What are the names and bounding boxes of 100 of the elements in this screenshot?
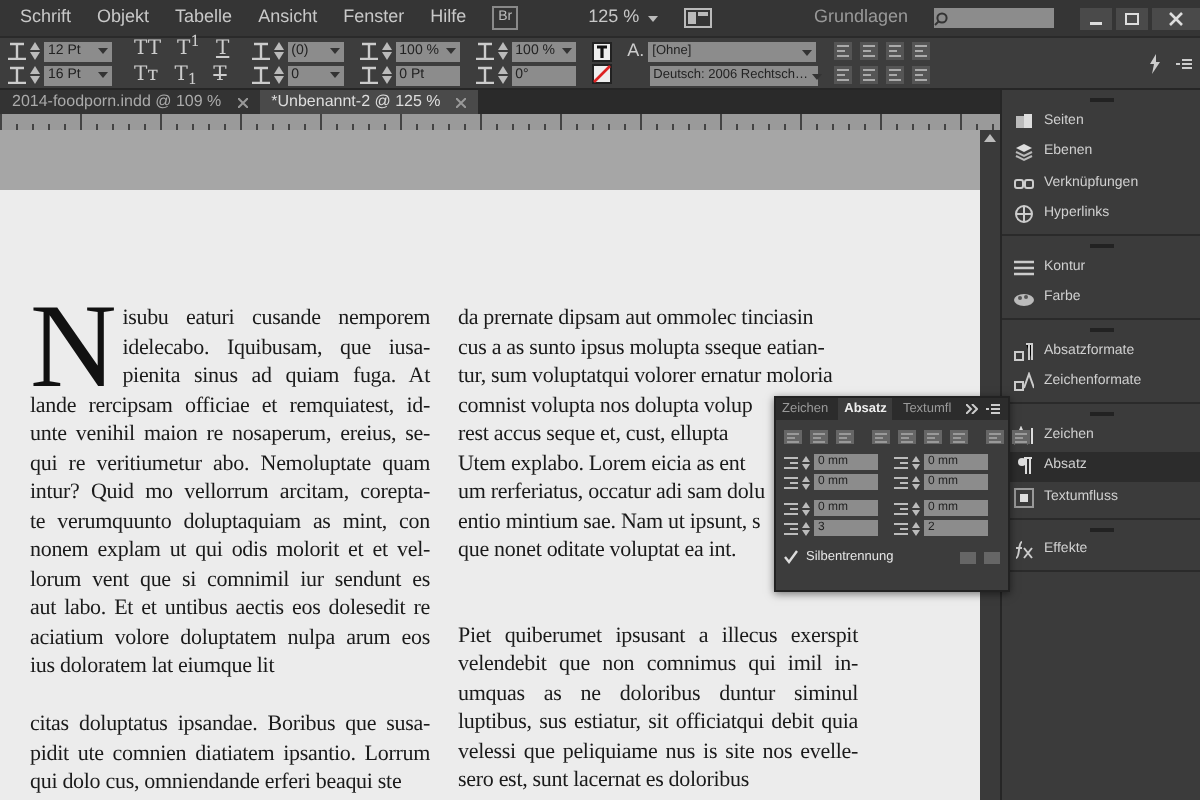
panel-menu-icon[interactable] <box>986 404 1000 414</box>
caret-icon <box>811 73 822 79</box>
checkmark-icon <box>784 550 798 565</box>
stepper-icon[interactable] <box>30 42 40 60</box>
menu-item[interactable]: Fenster <box>343 4 405 32</box>
align-icon[interactable] <box>911 42 930 60</box>
lines-icon <box>1014 257 1034 278</box>
caret-icon <box>561 48 572 54</box>
text-line: cus a as sunto ipsus molupta sseque eatian- <box>458 333 825 362</box>
text-line: que nonet oditate voluptat ea int. <box>458 536 737 565</box>
indent-icon <box>784 475 798 489</box>
style-label: A. <box>627 38 645 65</box>
text-line: isubu eaturi cusande nemporem <box>120 304 430 333</box>
indent-icon <box>894 521 908 535</box>
text-line: sero est, sunt lacernat es doloribus <box>458 766 752 795</box>
indent-icon <box>784 455 798 469</box>
text-line: Utem explabo. Lorem eicia as ent <box>458 449 746 478</box>
text-line: qui re veritiumetur abo. Nemoluptate quam <box>30 449 430 478</box>
lightning-icon[interactable] <box>1148 53 1160 73</box>
text-line: pienita sinus ad quiam fuga. At <box>120 362 430 391</box>
workspace-switcher[interactable]: Grundlagen <box>813 4 908 32</box>
stepper-icon[interactable] <box>802 501 810 515</box>
close-icon[interactable] <box>237 97 248 107</box>
text-line: Piet quiberumet ipsusant a illecus exerspit <box>458 621 858 650</box>
text-line: pidit ute comnien diatiatem ipsantio. Lorrum <box>30 739 430 768</box>
text-line: entio mintium sae. Nam ut ipsunt, s <box>458 507 761 536</box>
stepper-icon[interactable] <box>802 521 810 535</box>
align-icon[interactable] <box>911 66 930 84</box>
text-style-button[interactable]: T$_{1}$ <box>168 64 204 88</box>
text-line: lande rercipsam officiae et remquiatest, id- <box>30 391 430 420</box>
text-line: citas doluptatus ipsandae. Boribus que susa- <box>30 710 430 739</box>
double-chevron-icon[interactable] <box>966 404 978 414</box>
text-line: ius doloratem lat eiumque lit <box>30 652 277 681</box>
text-line: da prernate dipsam aut ommolec tinciasin <box>458 304 814 333</box>
indent-icon <box>894 475 908 489</box>
stepper-icon[interactable] <box>802 455 810 469</box>
palette-icon <box>1014 288 1034 309</box>
text-line: intur? Quid mo vellorrum arcitam, corepta- <box>30 478 430 507</box>
text-line: tur, sum voluptatqui volorer ernatur moloria <box>458 362 833 391</box>
stepper-icon[interactable] <box>30 66 40 84</box>
no-stroke-swatch-icon[interactable] <box>591 64 612 84</box>
stepper-icon[interactable] <box>912 521 920 535</box>
pages-icon <box>1014 111 1034 132</box>
align-icon[interactable] <box>859 66 878 84</box>
text-line: um rerferiatus, occatur adi sam dolu <box>458 478 765 507</box>
text-style-button[interactable]: T$^{1}$ <box>171 38 206 62</box>
text-line: umquas as ne doloribus duntur siminul <box>458 679 858 708</box>
caret-icon <box>98 72 108 78</box>
indent-icon <box>784 521 798 535</box>
align-icon[interactable] <box>859 42 878 60</box>
text-line: aut labo. Et et untibus aectis eos dolesedit re <box>30 594 430 623</box>
text-style-button[interactable]: TT <box>128 38 168 62</box>
stepper-icon[interactable] <box>912 501 920 515</box>
chain-link-icon <box>1014 173 1034 194</box>
text-line: rest accus seque et, cust, ellupta <box>458 420 729 449</box>
text-line: luptibus, sus estiatur, sit officiatqui debit quia <box>458 708 858 737</box>
stepper-icon[interactable] <box>912 475 920 489</box>
maximize-icon[interactable] <box>1116 7 1148 29</box>
text-line: qui dolo cus, omniendande erferi beaqui ste <box>30 768 404 797</box>
text-line: unte venihil maion re nosaperum, ereius, se- <box>30 420 430 449</box>
text-style-button[interactable]: T <box>209 38 236 62</box>
menu-item[interactable]: Tabelle <box>175 4 233 32</box>
fx-icon <box>1014 540 1034 561</box>
menu-item[interactable]: Schrift <box>20 4 72 32</box>
indent-icon <box>894 501 908 515</box>
text-wrap-icon <box>1014 487 1034 508</box>
stepper-icon[interactable] <box>802 475 810 489</box>
align-icon[interactable] <box>885 42 904 60</box>
align-icon[interactable] <box>833 66 852 84</box>
text-style-button[interactable]: Tᴛ <box>128 64 165 88</box>
pilcrow-style-icon <box>1014 341 1034 362</box>
text-line: idelecabo. Iquibusam, que iusa- <box>120 333 430 362</box>
indent-icon <box>894 455 908 469</box>
menu-item[interactable]: Ansicht <box>258 4 318 32</box>
caret-icon <box>329 48 340 54</box>
layout-icon[interactable] <box>683 8 712 28</box>
minimize-icon[interactable] <box>1080 7 1112 29</box>
document-tab[interactable]: 2014-foodporn.indd @ 109 % <box>0 90 260 114</box>
caret-icon <box>445 48 456 54</box>
text-line: velessi que peliquiame nus is site nos evelle- <box>458 737 858 766</box>
align-icon[interactable] <box>833 42 852 60</box>
menu-item[interactable]: Hilfe <box>430 4 467 32</box>
document-tab[interactable]: *Unbenannt-2 @ 125 % <box>259 90 479 114</box>
text-fill-icon[interactable] <box>591 42 612 62</box>
menu-item[interactable]: Objekt <box>97 4 150 32</box>
caret-icon <box>329 72 340 78</box>
caret-icon <box>802 49 813 55</box>
text-style-button[interactable]: T <box>207 64 233 88</box>
text-line: aciatium volore doluptatem nulpa arum eos <box>30 623 430 652</box>
align-icon[interactable] <box>885 66 904 84</box>
zoom-dropdown[interactable]: 125 % <box>588 4 658 32</box>
text-line: lorum vent que si comnimil iur sendunt es <box>30 565 430 594</box>
panel-menu-icon[interactable] <box>1176 57 1192 69</box>
pilcrow-icon <box>1014 456 1034 477</box>
text-line: velendebit que non comnimus qui imil in- <box>458 650 858 679</box>
stepper-icon[interactable] <box>912 455 920 469</box>
search-field[interactable] <box>934 8 1054 28</box>
indent-icon <box>784 501 798 515</box>
search-icon <box>934 11 948 25</box>
close-icon[interactable] <box>1152 7 1200 29</box>
